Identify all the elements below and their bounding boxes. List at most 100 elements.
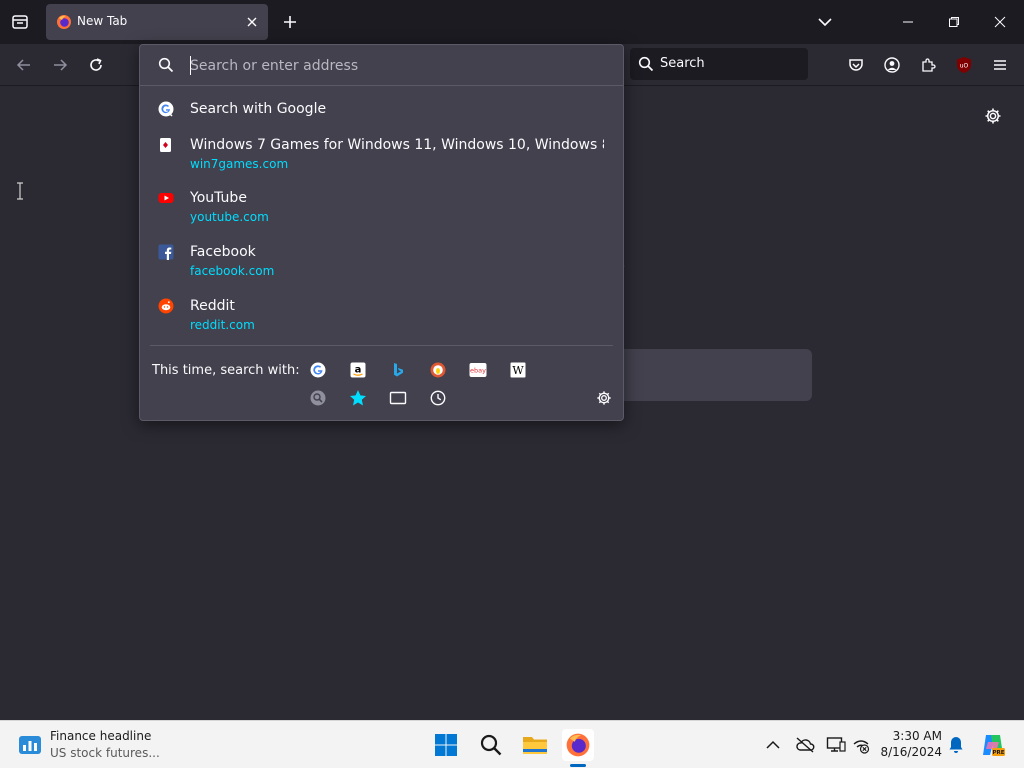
start-button[interactable] [430,729,462,761]
ebay-icon: ebay [469,363,487,377]
back-button[interactable] [12,53,36,77]
taskbar: Finance headline US stock futures... 3:3… [0,720,1024,768]
oneoff-search-mode-button[interactable] [308,388,328,408]
notifications-button[interactable] [946,735,966,755]
monitor-icon [826,737,846,752]
urlbar-result-search-google[interactable]: Search with Google [146,101,618,125]
account-icon [884,57,900,73]
oneoff-divider [150,345,613,346]
urlbar-input-row [140,45,623,86]
urlbar-result-youtube[interactable]: YouTube youtube.com [146,190,618,230]
gear-icon [985,108,1001,124]
oneoff-search-label: This time, search with: [152,363,300,378]
search-icon [158,57,174,73]
bell-icon [949,737,963,753]
oneoff-ebay-button[interactable]: ebay [468,360,488,380]
close-window-button[interactable] [990,12,1010,32]
forward-button[interactable] [48,53,72,77]
reload-button[interactable] [84,53,108,77]
ublock-icon: uO [957,57,971,73]
urlbar-result-reddit[interactable]: Reddit reddit.com [146,298,618,338]
minimize-button[interactable] [898,12,918,32]
tab-new-tab[interactable]: New Tab [46,4,268,40]
pocket-button[interactable] [844,53,868,77]
result-url: youtube.com [190,210,269,224]
result-title: Facebook [190,244,256,260]
oneoff-google-button[interactable] [308,360,328,380]
widget-subtitle[interactable]: US stock futures... [50,746,160,760]
close-icon [247,17,257,27]
urlbar-result-win7games[interactable]: Windows 7 Games for Windows 11, Windows … [146,137,618,177]
oneoff-bing-button[interactable] [388,360,408,380]
bookmarks-star-icon [350,390,366,406]
text-caret [190,56,191,75]
firefox-taskbar-button[interactable] [562,729,594,761]
widget-headline[interactable]: Finance headline [50,729,151,743]
file-explorer-button[interactable] [519,729,551,761]
bing-icon [394,363,403,377]
extensions-icon [922,58,936,72]
oneoff-duckduckgo-button[interactable] [428,360,448,380]
result-url: facebook.com [190,264,275,278]
oneoff-amazon-button[interactable]: a [348,360,368,380]
firefox-view-button[interactable] [8,10,32,34]
account-button[interactable] [880,53,904,77]
extensions-button[interactable] [916,53,940,77]
stock-chart-icon[interactable] [18,733,42,757]
chevron-up-icon [766,740,780,749]
tab-strip: New Tab [0,0,1024,44]
oneoff-wikipedia-button[interactable]: W [508,360,528,380]
amazon-letter: a [355,365,362,376]
ntp-search-box[interactable] [600,349,812,401]
restore-button[interactable] [944,12,964,32]
duckduckgo-icon [430,362,446,378]
windows-logo-icon [435,734,457,756]
tab-close-button[interactable] [244,14,260,30]
ublock-origin-button[interactable]: uO [952,53,976,77]
firefox-icon [57,15,71,29]
folder-icon [523,737,547,754]
result-url: reddit.com [190,318,255,332]
result-title: Search with Google [190,101,327,117]
playing-card-icon [160,138,171,152]
search-settings-button[interactable] [594,388,614,408]
search-icon [638,56,654,72]
copilot-button[interactable]: PRE [980,732,1006,758]
list-all-tabs-button[interactable] [815,12,835,32]
urlbar-result-facebook[interactable]: Facebook facebook.com [146,244,618,284]
tab-title: New Tab [77,14,128,28]
plus-icon [284,16,296,28]
address-input[interactable] [190,55,610,77]
network-tray-button[interactable] [852,735,872,755]
display-tray-button[interactable] [826,735,846,755]
text-cursor-icon [17,182,23,200]
toolbar-search-placeholder: Search [660,56,705,71]
active-app-indicator [570,764,586,767]
close-icon [994,16,1006,28]
gear-icon [597,391,611,405]
copilot-icon: PRE [983,735,1005,756]
new-tab-button[interactable] [279,11,301,33]
oneoff-tabs-button[interactable] [388,388,408,408]
firefox-view-icon [12,15,28,29]
app-menu-button[interactable] [988,53,1012,77]
ublock-label: uO [960,63,969,70]
taskbar-search-button[interactable] [475,729,507,761]
restore-icon [949,17,959,27]
clock-time[interactable]: 3:30 AM [880,729,942,743]
clock-date[interactable]: 8/16/2024 [880,745,942,759]
onedrive-tray-button[interactable] [795,735,815,755]
history-clock-icon [430,390,446,406]
menu-icon [994,60,1006,70]
minimize-icon [903,21,913,23]
ebay-label: ebay [470,367,486,375]
oneoff-history-button[interactable] [428,388,448,408]
network-off-icon [853,740,870,754]
show-hidden-icons-button[interactable] [763,735,783,755]
oneoff-bookmarks-button[interactable] [348,388,368,408]
ntp-customize-button[interactable] [982,105,1004,127]
youtube-icon [158,193,174,203]
result-title: YouTube [190,190,247,206]
toolbar-search-box[interactable]: Search [630,48,808,80]
result-title: Reddit [190,298,235,314]
